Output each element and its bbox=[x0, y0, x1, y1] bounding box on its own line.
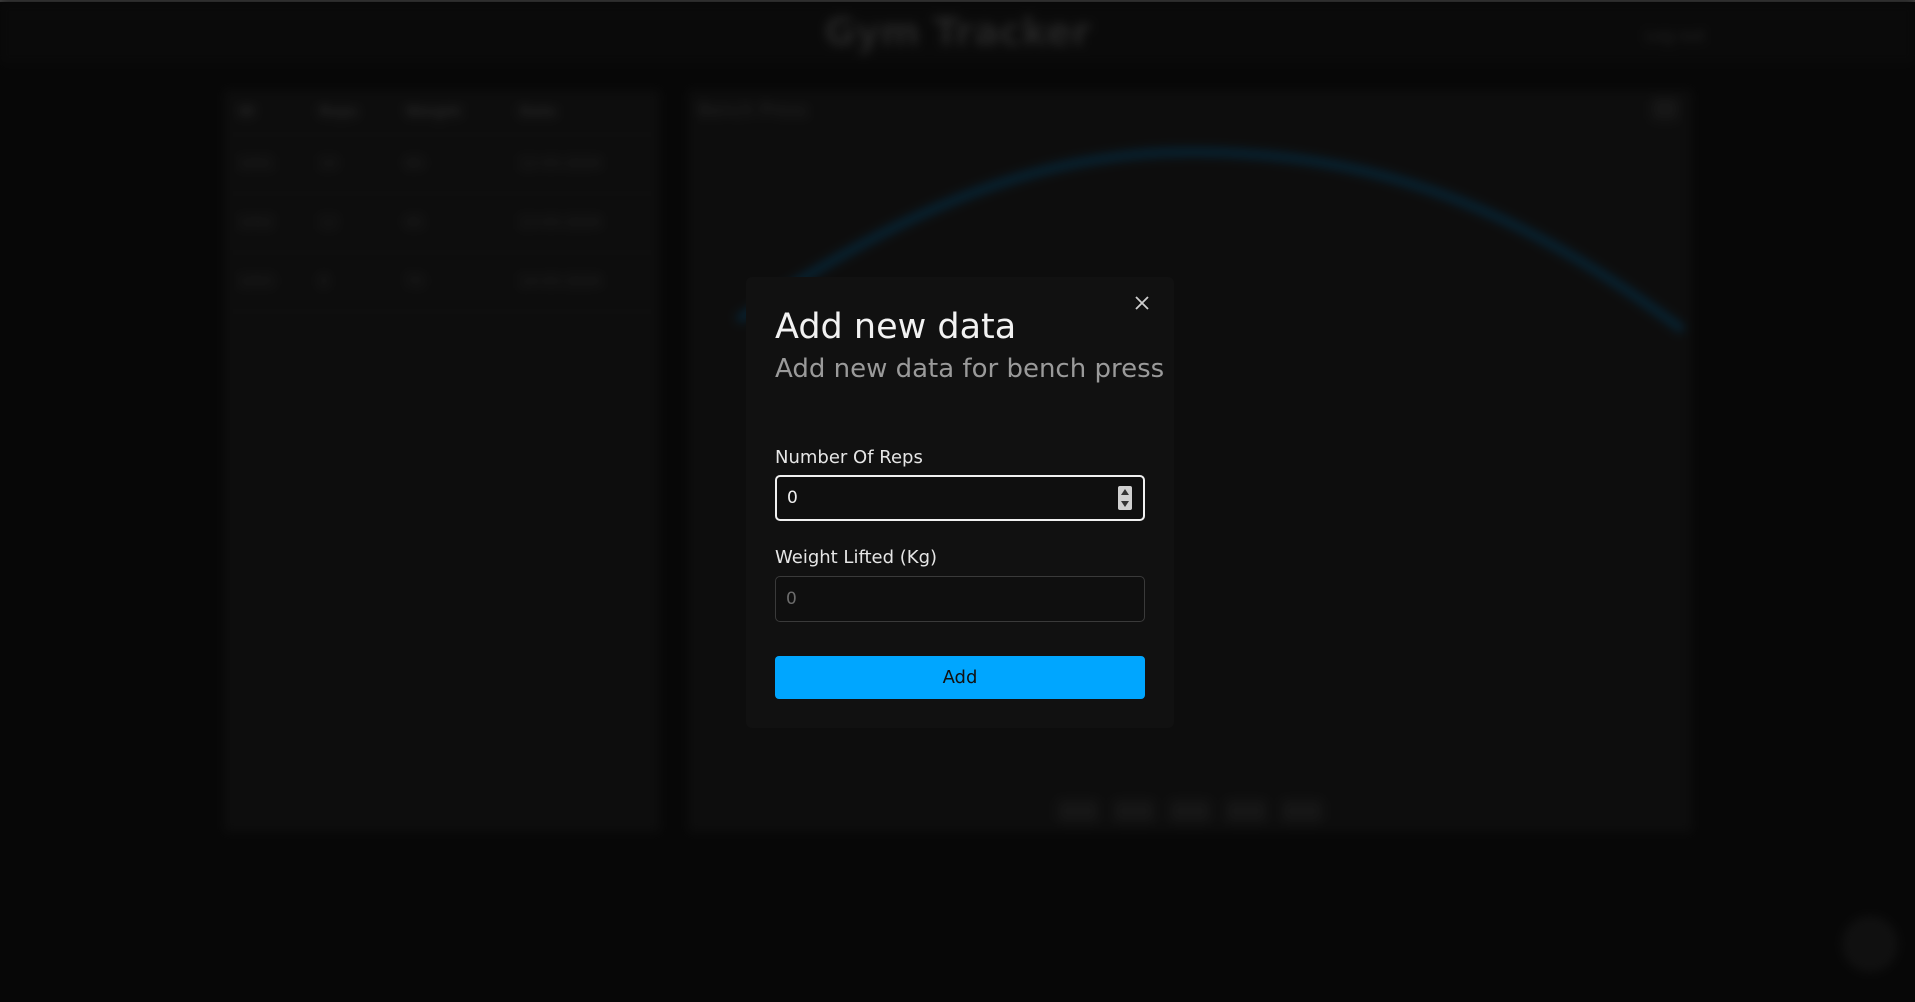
reps-stepper[interactable] bbox=[1118, 486, 1132, 510]
reps-label: Number Of Reps bbox=[775, 447, 923, 468]
close-icon[interactable] bbox=[1130, 291, 1154, 315]
reps-input[interactable] bbox=[775, 475, 1145, 521]
stepper-up-icon[interactable] bbox=[1121, 489, 1129, 495]
add-data-dialog: Add new data Add new data for bench pres… bbox=[746, 277, 1174, 728]
stepper-down-icon[interactable] bbox=[1121, 501, 1129, 507]
dialog-title: Add new data bbox=[775, 307, 1017, 347]
dialog-subtitle: Add new data for bench press bbox=[775, 354, 1165, 384]
weight-label: Weight Lifted (Kg) bbox=[775, 547, 938, 568]
close-icon-glyph bbox=[1135, 296, 1149, 310]
add-button[interactable]: Add bbox=[775, 656, 1145, 699]
weight-input[interactable] bbox=[775, 576, 1145, 622]
